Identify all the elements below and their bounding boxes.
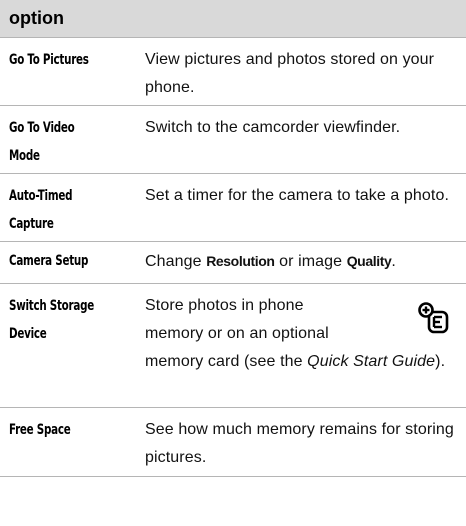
table-header: option — [0, 0, 466, 38]
desc-line: memory card (see the — [145, 353, 308, 370]
option-description: View pictures and photos stored on your … — [145, 51, 435, 96]
quality-term: Quality — [346, 253, 392, 269]
option-name: Auto-Timed Capture — [0, 174, 131, 241]
memory-card-optional-icon — [418, 302, 449, 334]
resolution-term: Resolution — [206, 253, 275, 269]
option-name-text: Camera Setup — [9, 253, 89, 269]
option-description: Change Resolution or image Quality. — [131, 242, 466, 283]
options-table: option Go To Pictures View pictures and … — [0, 0, 466, 477]
option-description: See how much memory remains for storing … — [145, 421, 454, 466]
option-name-line: Device — [9, 326, 47, 342]
option-name-line: Go To Video — [9, 120, 75, 136]
option-name: Go To Video Mode — [0, 106, 131, 173]
option-name: Switch Storage Device — [0, 284, 131, 407]
option-description: Store photos in phone memory or on an op… — [131, 284, 466, 407]
option-description: Switch to the camcorder viewfinder. — [145, 119, 401, 136]
option-name: Free Space — [0, 408, 131, 476]
option-name-line: Capture — [9, 216, 54, 232]
table-row: Go To Pictures View pictures and photos … — [0, 38, 466, 106]
desc-text: . — [391, 253, 396, 270]
table-row: Go To Video Mode Switch to the camcorder… — [0, 106, 466, 174]
option-name: Camera Setup — [0, 242, 131, 283]
desc-line: memory or on an optional — [145, 325, 329, 342]
table-row: Auto-Timed Capture Set a timer for the c… — [0, 174, 466, 242]
option-name-line: Switch Storage — [9, 298, 95, 314]
option-name-line: Auto-Timed — [9, 188, 73, 204]
option-name-text: Free Space — [9, 422, 71, 438]
option-description: Set a timer for the camera to take a pho… — [145, 187, 450, 204]
quick-start-guide-ref: Quick Start Guide — [307, 353, 436, 370]
option-name-line: Mode — [9, 148, 40, 164]
table-row: Switch Storage Device Store photos in ph… — [0, 284, 466, 408]
desc-text: or image — [274, 253, 347, 270]
table-row: Free Space See how much memory remains f… — [0, 408, 466, 477]
table-row: Camera Setup Change Resolution or image … — [0, 242, 466, 284]
desc-text: Change — [145, 253, 207, 270]
option-name: Go To Pictures — [0, 38, 131, 105]
header-option-label: option — [9, 8, 64, 28]
desc-line: Store photos in phone — [145, 297, 304, 314]
desc-text: ). — [435, 353, 446, 370]
option-name-text: Go To Pictures — [9, 52, 89, 68]
